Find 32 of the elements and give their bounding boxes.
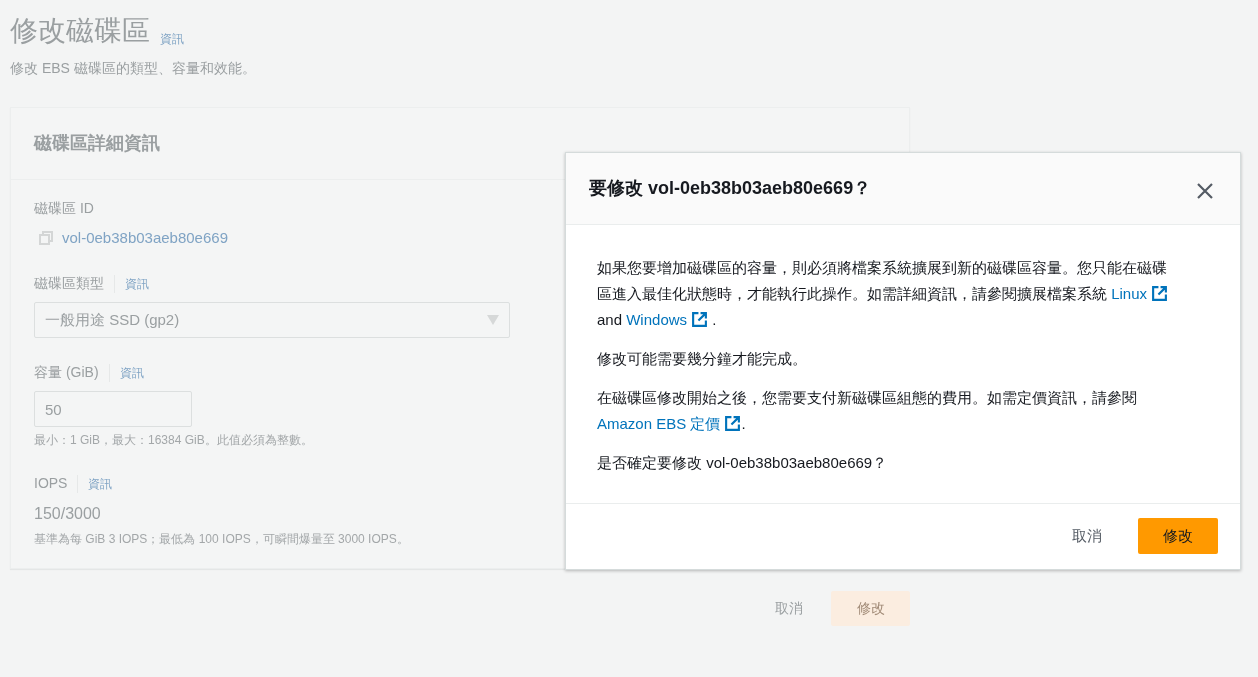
page-subtitle: 修改 EBS 磁碟區的類型、容量和效能。: [10, 58, 257, 78]
caret-icon: [487, 315, 499, 326]
info-link[interactable]: 資訊: [108, 363, 144, 382]
external-link[interactable]: Windows: [626, 311, 709, 328]
field-label: 磁碟區類型: [34, 274, 104, 294]
body-text: 是否確定要修改 vol-0eb38b03aeb80e669？: [597, 453, 889, 473]
body-text: 如果您要增加磁碟區的容量，則必須將檔案系統擴展到新的磁碟區容量。您只能在磁碟區進入最佳化狀態時，才能執行此操作。如需詳細資訊，請參閱擴展檔案系統 Linux and Windows .: [597, 258, 1170, 330]
hint-text: 最小：1 GiB，最大：16384 GiB。此值必須為整數。: [34, 432, 313, 450]
cancel-button[interactable]: 取消: [755, 590, 823, 628]
external-link[interactable]: Linux: [1111, 285, 1169, 302]
size-input[interactable]: 50: [34, 391, 192, 428]
external-link-icon: [691, 311, 709, 328]
cancel-button[interactable]: 取消: [1052, 517, 1122, 556]
info-link[interactable]: 資訊: [77, 474, 113, 493]
modal-title: 要修改 vol-0eb38b03aeb80e669？: [589, 177, 872, 200]
hint-text: 基準為每 GiB 3 IOPS；最低為 100 IOPS，可瞬間爆量至 3000 IOPS。: [34, 531, 409, 549]
volume-id-link[interactable]: vol-0eb38b03aeb80e669: [62, 226, 228, 250]
field-label: 磁碟區 ID: [34, 198, 94, 218]
field-label: IOPS: [34, 474, 68, 494]
field-label: 容量 (GiB): [34, 363, 99, 383]
external-link-icon: [724, 415, 742, 432]
modify-button[interactable]: 修改: [831, 591, 910, 627]
modify-button[interactable]: 修改: [1138, 518, 1218, 555]
volume-type-select[interactable]: 一般用途 SSD (gp2): [34, 302, 510, 339]
body-text: 修改可能需要幾分鐘才能完成。: [597, 349, 808, 369]
info-link[interactable]: 資訊: [114, 274, 149, 293]
external-link-icon: [1151, 285, 1169, 302]
body-text: 在磁碟區修改開始之後，您需要支付新磁碟區組態的費用。如需定價資訊，請參閱 Amazon EBS 定價 .: [597, 388, 1138, 434]
external-link[interactable]: Amazon EBS 定價: [597, 415, 742, 432]
iops-value: 150/3000: [34, 504, 102, 525]
info-link[interactable]: 資訊: [160, 29, 184, 48]
page-title: 修改磁碟區: [10, 14, 150, 48]
